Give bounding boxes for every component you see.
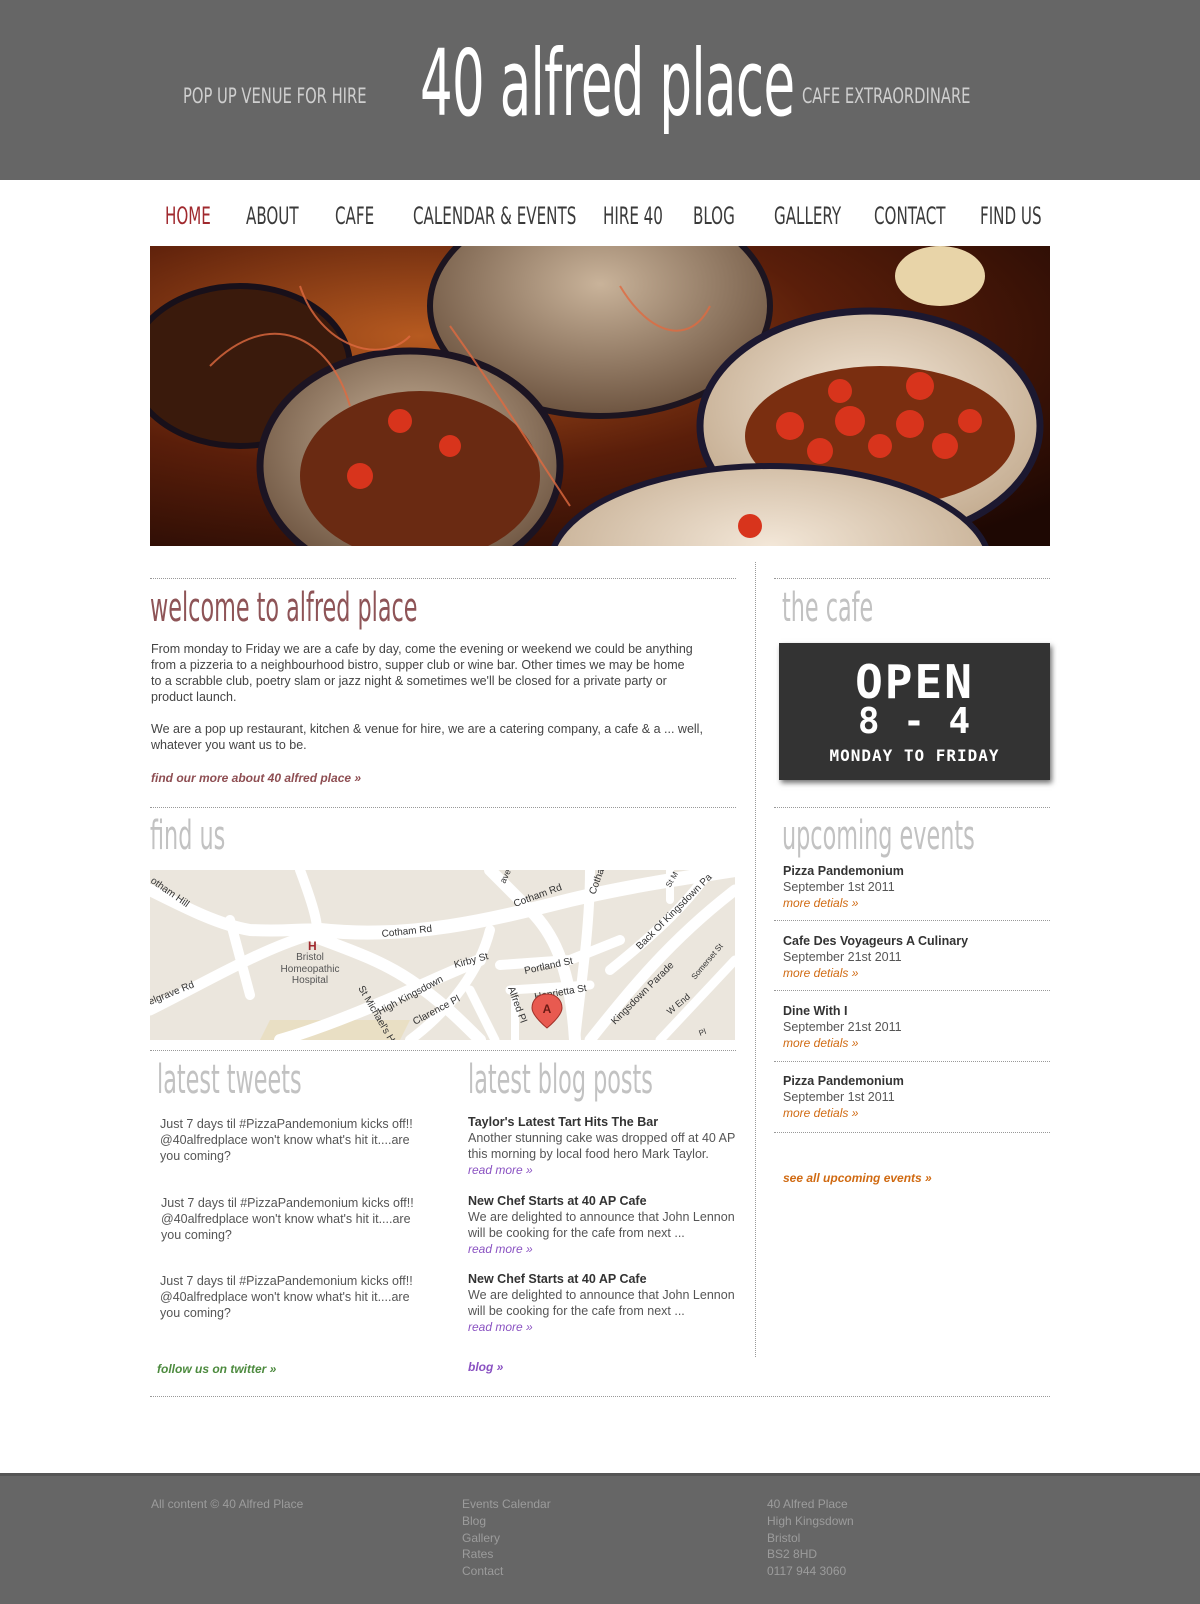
footer-link-events-calendar[interactable]: Events Calendar [462,1496,551,1513]
blog-post-title[interactable]: New Chef Starts at 40 AP Cafe [468,1193,736,1209]
tagline-right: CAFE EXTRAORDINARE [802,84,971,108]
welcome-paragraph-2: We are a pop up restaurant, kitchen & ve… [151,722,703,752]
event-more-link[interactable]: more detials » [783,1105,1050,1121]
days-label: MONDAY TO FRIDAY [829,746,1000,765]
opening-hours-sign: OPEN 8 - 4 MONDAY TO FRIDAY [779,643,1050,780]
blog-post-excerpt: We are delighted to announce that John L… [468,1210,735,1240]
nav-item-contact[interactable]: CONTACT [874,202,946,230]
footer-link-blog[interactable]: Blog [462,1513,551,1530]
blog-post-excerpt: Another stunning cake was dropped off at… [468,1131,736,1161]
event-item: Dine With I September 21st 2011 more det… [783,1003,1050,1051]
latest-blog-title: latest blog posts [468,1057,653,1103]
welcome-title: welcome to alfred place [150,585,418,631]
read-more-link[interactable]: read more » [468,1241,736,1257]
footer-address-col: 40 Alfred Place High Kingsdown Bristol B… [767,1496,854,1580]
event-date: September 21st 2011 [783,1020,902,1034]
divider [150,1050,736,1051]
blog-post-excerpt: We are delighted to announce that John L… [468,1288,735,1318]
blog-post: Taylor's Latest Tart Hits The Bar Anothe… [468,1114,736,1178]
divider [774,807,1050,808]
event-item: Cafe Des Voyageurs A Culinary September … [783,933,1050,981]
hospital-icon: H [308,939,317,953]
about-link[interactable]: find our more about 40 alfred place » [151,771,361,785]
event-date: September 1st 2011 [783,880,895,894]
event-item: Pizza Pandemonium September 1st 2011 mor… [783,863,1050,911]
nav-item-calendar-events[interactable]: CALENDAR & EVENTS [413,202,576,230]
footer-link-rates[interactable]: Rates [462,1546,551,1563]
site-footer: All content © 40 Alfred Place Events Cal… [0,1473,1200,1604]
event-more-link[interactable]: more detials » [783,1035,1050,1051]
read-more-link[interactable]: read more » [468,1162,736,1178]
map-label-hospital: Bristol Homeopathic Hospital [281,952,340,986]
nav-item-blog[interactable]: BLOG [693,202,735,230]
event-title[interactable]: Dine With I [783,1003,1050,1019]
follow-twitter-link[interactable]: follow us on twitter » [157,1362,276,1376]
street-map: otham Hill Cotham Rd Cotham Rd elgrave R… [150,870,735,1040]
event-more-link[interactable]: more detials » [783,965,1050,981]
divider [774,920,1050,921]
event-date: September 21st 2011 [783,950,902,964]
nav-item-cafe[interactable]: CAFE [335,202,374,230]
location-map[interactable]: otham Hill Cotham Rd Cotham Rd elgrave R… [150,870,735,1040]
footer-link-gallery[interactable]: Gallery [462,1530,551,1547]
see-all-events-link[interactable]: see all upcoming events » [783,1171,932,1185]
tweet-item: Just 7 days til #PizzaPandemonium kicks … [160,1274,413,1320]
find-us-title: find us [150,813,226,859]
blog-post-title[interactable]: New Chef Starts at 40 AP Cafe [468,1271,736,1287]
divider [774,990,1050,991]
event-title[interactable]: Pizza Pandemonium [783,863,1050,879]
main-nav: HOME ABOUT CAFE CALENDAR & EVENTS HIRE 4… [150,196,1050,236]
hero-food-photo [150,246,1050,546]
column-divider [755,562,756,1357]
blog-post: New Chef Starts at 40 AP Cafe We are del… [468,1271,736,1335]
event-item: Pizza Pandemonium September 1st 2011 mor… [783,1073,1050,1121]
address-line: Bristol [767,1530,801,1545]
event-title[interactable]: Pizza Pandemonium [783,1073,1050,1089]
hours-label: 8 - 4 [857,701,972,742]
tweet-item: Just 7 days til #PizzaPandemonium kicks … [161,1196,414,1242]
event-more-link[interactable]: more detials » [783,895,1050,911]
blog-post: New Chef Starts at 40 AP Cafe We are del… [468,1193,736,1257]
read-more-link[interactable]: read more » [468,1319,736,1335]
svg-text:A: A [543,1002,552,1016]
divider [774,578,1050,579]
address-line: 40 Alfred Place [767,1497,848,1511]
site-logo[interactable]: 40 alfred place [420,30,795,137]
latest-tweets-title: latest tweets [157,1057,302,1103]
phone-number: 0117 944 3060 [767,1564,847,1579]
event-date: September 1st 2011 [783,1090,895,1104]
nav-item-about[interactable]: ABOUT [246,202,299,230]
event-title[interactable]: Cafe Des Voyageurs A Culinary [783,933,1050,949]
tagline-left: POP UP VENUE FOR HIRE [183,84,367,108]
site-header: POP UP VENUE FOR HIRE 40 alfred place CA… [0,0,1200,180]
tweet-item: Just 7 days til #PizzaPandemonium kicks … [160,1117,413,1163]
divider [150,1396,1050,1397]
welcome-paragraph-1: From monday to Friday we are a cafe by d… [151,642,693,704]
footer-link-contact[interactable]: Contact [462,1563,551,1580]
divider [774,1132,1050,1133]
the-cafe-title: the cafe [782,585,874,631]
nav-item-hire-40[interactable]: HIRE 40 [603,202,663,230]
address-line: High Kingsdown [767,1513,854,1528]
nav-item-gallery[interactable]: GALLERY [774,202,841,230]
food-bowls-illustration [150,246,1050,546]
address-line: BS2 8HD [767,1547,818,1562]
upcoming-events-title: upcoming events [782,813,975,859]
divider [150,807,736,808]
footer-copyright-col: All content © 40 Alfred Place [151,1496,303,1513]
nav-item-find-us[interactable]: FIND US [980,202,1042,230]
divider [150,578,736,579]
copyright-text: All content © 40 Alfred Place [151,1497,304,1511]
nav-item-home[interactable]: HOME [165,202,211,230]
footer-links-col: Events Calendar Blog Gallery Rates Conta… [462,1496,551,1580]
divider [774,1061,1050,1062]
blog-post-title[interactable]: Taylor's Latest Tart Hits The Bar [468,1114,736,1130]
blog-link[interactable]: blog » [468,1360,503,1374]
